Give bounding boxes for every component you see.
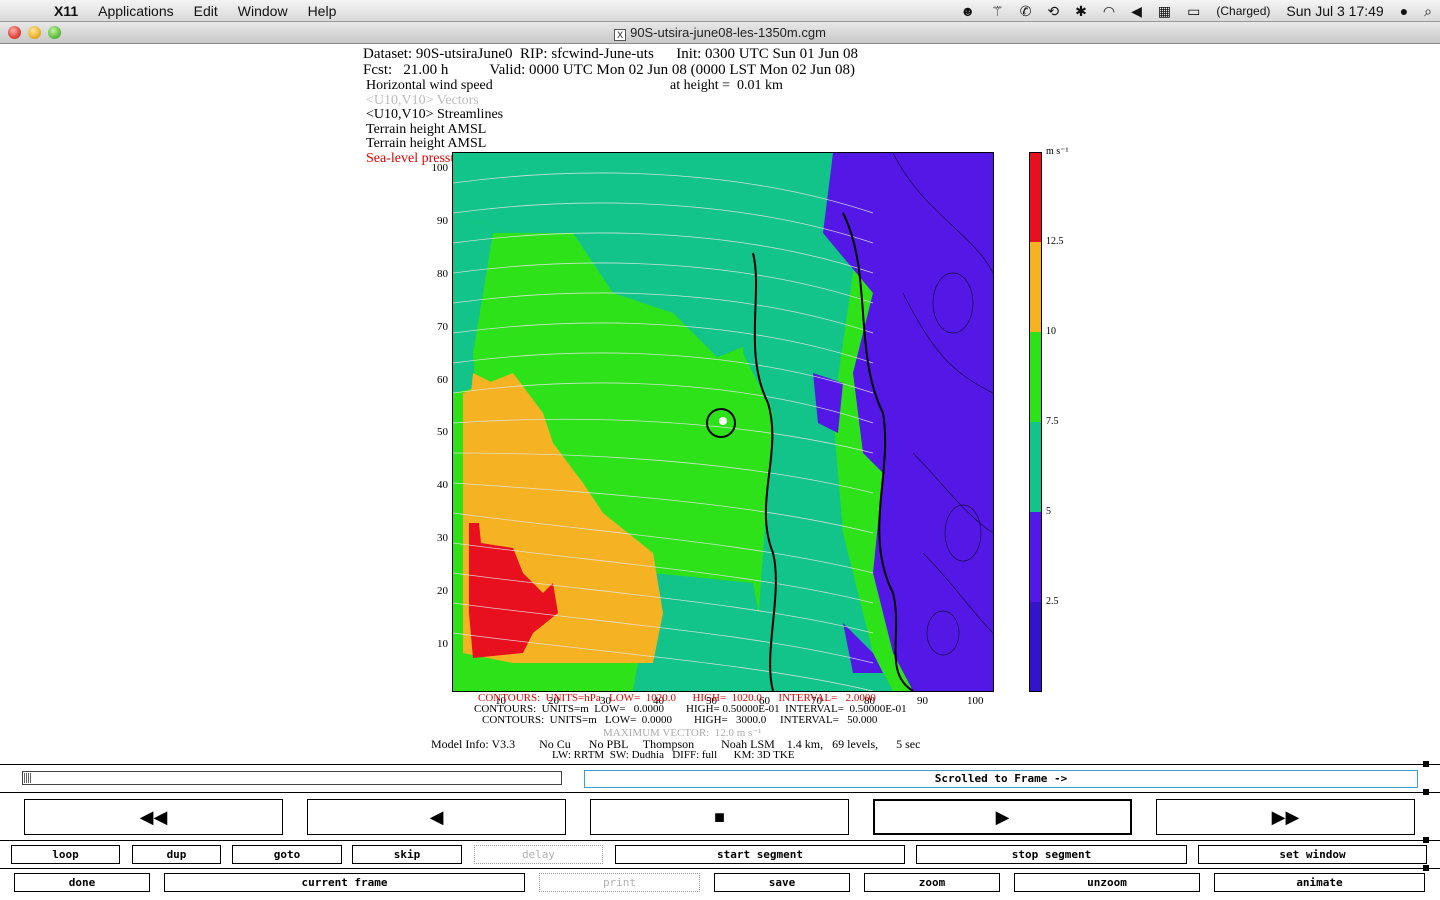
stop-button[interactable]: ■ [590,799,849,835]
x-tick: 100 [967,695,984,707]
network-icon[interactable]: ⚚ [983,0,1012,22]
x-tick: 90 [917,695,928,707]
divider [0,840,1440,841]
menu-window[interactable]: Window [228,0,298,22]
bluetooth-icon[interactable]: ✱ [1067,0,1095,22]
window-title: X 90S-utsira-june08-les-1350m.cgm [0,22,1440,44]
colorbar-unit: m s⁻¹ [1046,146,1069,157]
divider [0,792,1440,793]
y-tick: 20 [437,585,448,597]
menu-help[interactable]: Help [298,0,347,22]
set-window-button[interactable]: set window [1198,845,1427,864]
colorbar-purple [1030,512,1041,602]
rewind-button[interactable]: ◀◀ [24,799,283,835]
menu-applications[interactable]: Applications [88,0,184,22]
loop-button[interactable]: loop [11,845,120,864]
y-tick: 50 [437,426,448,438]
clock[interactable]: Sun Jul 3 17:49 [1278,0,1391,22]
zoom-button-control[interactable]: zoom [864,873,1000,892]
print-button[interactable]: print [539,873,700,892]
skip-button[interactable]: skip [352,845,462,864]
colorbar-green [1030,332,1041,422]
battery-icon[interactable]: ▭ [1179,0,1208,22]
y-tick: 60 [437,374,448,386]
spotlight-icon[interactable]: ⌕ [1416,0,1440,22]
header-streamlines: <U10,V10> Streamlines [366,107,504,122]
window-titlebar: X 90S-utsira-june08-les-1350m.cgm [0,22,1440,44]
divider [0,868,1440,869]
phone-icon[interactable]: ✆ [1012,0,1040,22]
play-button[interactable]: ▶ [873,799,1132,835]
footer-model-info-2: LW: RRTM SW: Dudhia DIFF: full KM: 3D TK… [552,749,795,761]
header-dataset: Dataset: 90S-utsiraJune0 RIP: sfcwind-Ju… [363,46,858,62]
y-tick: 80 [437,268,448,280]
scrolled-to-frame-label: Scrolled to Frame -> [584,770,1418,788]
done-button[interactable]: done [14,873,150,892]
frame-scrollbar-thumb[interactable] [24,773,31,783]
user-icon[interactable]: ● [1392,0,1416,22]
resize-handle[interactable] [1423,865,1429,871]
footer-contours-terrain-2: CONTOURS: UNITS=m LOW= 0.0000 HIGH= 3000… [482,714,878,726]
colorbar-label: 2.5 [1046,596,1059,607]
resize-handle[interactable] [1423,761,1429,767]
colorbar-label: 12.5 [1046,236,1064,247]
map-svg [453,153,993,691]
y-tick: 10 [437,638,448,650]
colorbar-label: 5 [1046,506,1051,517]
time-machine-icon[interactable]: ⟲ [1039,0,1067,22]
colorbar [1029,152,1042,692]
goto-button[interactable]: goto [232,845,342,864]
wind-speed-map [452,152,994,692]
battery-status[interactable]: (Charged) [1208,0,1278,22]
colorbar-red [1030,153,1041,242]
dup-button[interactable]: dup [132,845,221,864]
colorbar-label: 7.5 [1046,416,1059,427]
x11-icon: X [614,29,627,41]
divider [0,764,1440,765]
y-tick: 30 [437,532,448,544]
y-tick: 90 [437,215,448,227]
y-tick: 100 [431,162,449,174]
colorbar-blue [1030,602,1041,691]
y-tick: 40 [437,479,448,491]
fast-forward-button[interactable]: ▶▶ [1156,799,1415,835]
save-button[interactable]: save [714,873,850,892]
colorbar-teal [1030,422,1041,512]
alien-icon[interactable]: ☻ [952,0,983,22]
resize-handle[interactable] [1423,789,1429,795]
volume-icon[interactable]: ◀ [1123,0,1150,22]
frame-scrollbar[interactable] [22,771,562,785]
menu-bar: X11 Applications Edit Window Help ☻ ⚚ ✆ … [0,0,1440,22]
current-frame-button[interactable]: current frame [164,873,525,892]
stop-segment-button[interactable]: stop segment [916,845,1187,864]
wifi-icon[interactable]: ◠ [1095,0,1123,22]
colorbar-label: 10 [1046,326,1056,337]
header-terrain-2: Terrain height AMSL [366,136,487,151]
menu-app[interactable]: X11 [44,0,88,22]
start-segment-button[interactable]: start segment [615,845,905,864]
y-tick: 70 [437,321,448,333]
delay-button[interactable]: delay [474,845,603,864]
menu-edit[interactable]: Edit [184,0,228,22]
resize-handle[interactable] [1423,837,1429,843]
header-field: Horizontal wind speed [366,78,493,93]
header-fcst: Fcst: 21.00 h Valid: 0000 UTC Mon 02 Jun… [363,62,855,78]
unzoom-button[interactable]: unzoom [1014,873,1200,892]
header-height: at height = 0.01 km [670,78,783,93]
plot-area: Dataset: 90S-utsiraJune0 RIP: sfcwind-Ju… [0,44,1440,764]
calendar-icon[interactable]: ▦ [1150,0,1179,22]
animate-button[interactable]: animate [1214,873,1425,892]
step-back-button[interactable]: ◀ [307,799,566,835]
colorbar-yellow [1030,242,1041,332]
